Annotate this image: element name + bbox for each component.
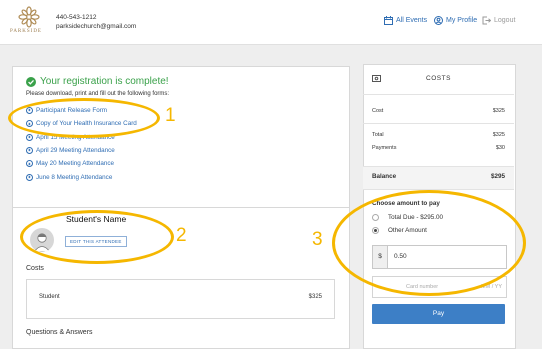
summary-cost-value: $325 <box>492 108 505 114</box>
costs-title: COSTS <box>426 75 451 82</box>
summary-cost-label: Cost <box>372 108 384 114</box>
logout-icon <box>482 16 491 25</box>
phone-number: 440-543-1212 <box>56 14 97 21</box>
nav-my-profile[interactable]: My Profile <box>434 16 477 25</box>
registration-title-text: Your registration is complete! <box>40 76 169 87</box>
summary-total-label: Total <box>372 132 384 138</box>
balance-label: Balance <box>372 173 397 180</box>
nav-logout-label: Logout <box>494 17 516 24</box>
arrow-circle-icon <box>26 133 33 141</box>
nav-all-events-label: All Events <box>396 17 428 24</box>
form-link-label: May 20 Meeting Attendance <box>36 160 115 168</box>
pay-button[interactable]: Pay <box>372 304 505 324</box>
summary-payments-row: Payments $30 <box>372 145 505 151</box>
nav-all-events[interactable]: All Events <box>384 16 427 25</box>
form-link-may-20[interactable]: May 20 Meeting Attendance <box>26 157 137 170</box>
logo-text: PARKSIDE <box>10 29 42 34</box>
nav-logout[interactable]: Logout <box>482 16 515 25</box>
summary-payments-label: Payments <box>372 145 397 151</box>
balance-value: $295 <box>490 173 505 180</box>
annotation-number-3: 3 <box>312 229 323 250</box>
top-bar: PARKSIDE 440-543-1212 parksidechurch@gma… <box>0 0 542 45</box>
nav-my-profile-label: My Profile <box>446 17 478 24</box>
summary-total-row: Total $325 <box>372 132 505 138</box>
user-circle-icon <box>434 16 443 25</box>
cost-item-label: Student <box>39 294 60 300</box>
calendar-icon <box>384 16 393 25</box>
registration-complete-title: Your registration is complete! <box>26 76 169 87</box>
annotation-ellipse-1 <box>8 98 160 138</box>
costs-header: COSTS <box>363 64 514 95</box>
arrow-circle-icon <box>26 160 33 168</box>
summary-payments-value: $30 <box>495 145 505 151</box>
church-logo[interactable]: PARKSIDE <box>10 6 44 34</box>
arrow-circle-icon <box>26 173 33 181</box>
annotation-number-2: 2 <box>176 225 187 246</box>
annotation-ellipse-3 <box>332 190 526 296</box>
form-link-label: April 29 Meeting Attendance <box>36 147 115 155</box>
annotation-number-1: 1 <box>165 105 176 126</box>
questions-answers-heading: Questions & Answers <box>26 329 93 336</box>
contact-info: 440-543-1212 parksidechurch@gmail.com <box>56 13 136 31</box>
email-address: parksidechurch@gmail.com <box>56 23 137 30</box>
registration-subtitle: Please download, print and fill out the … <box>26 91 170 97</box>
attendee-costs-box: Student $325 <box>26 279 335 319</box>
summary-total-value: $325 <box>492 132 505 138</box>
form-link-label: June 8 Meeting Attendance <box>36 173 113 181</box>
cost-item-amount: $325 <box>308 294 322 300</box>
check-circle-icon <box>26 76 36 87</box>
attendee-costs-heading: Costs <box>26 265 44 272</box>
arrow-circle-icon <box>26 147 33 155</box>
logo-mark-icon <box>18 6 40 28</box>
summary-cost-row: Cost $325 <box>372 108 505 114</box>
balance-row: Balance $295 <box>372 173 505 180</box>
divider <box>363 123 514 124</box>
form-link-june-8[interactable]: June 8 Meeting Attendance <box>26 170 137 183</box>
annotation-ellipse-2 <box>20 210 174 264</box>
form-link-april-29[interactable]: April 29 Meeting Attendance <box>26 144 137 157</box>
